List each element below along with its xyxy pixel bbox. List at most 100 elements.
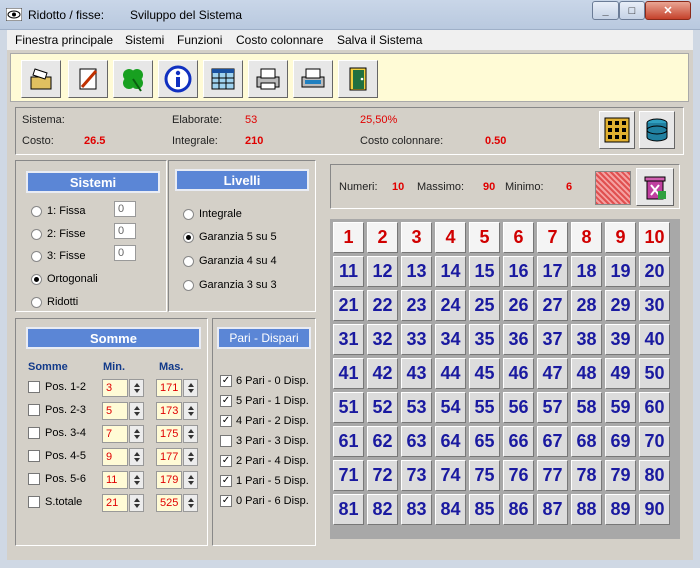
number-cell[interactable]: 7 <box>537 222 568 253</box>
somme-checkbox[interactable] <box>28 450 40 462</box>
radio-ortogonali[interactable] <box>31 274 42 285</box>
number-cell[interactable]: 45 <box>469 358 500 389</box>
menu-costo-colonnare[interactable]: Costo colonnare <box>236 33 323 47</box>
radio-garanzia-4[interactable] <box>183 256 194 267</box>
number-cell[interactable]: 18 <box>571 256 602 287</box>
number-cell[interactable]: 68 <box>571 426 602 457</box>
number-cell[interactable]: 41 <box>333 358 364 389</box>
number-cell[interactable]: 62 <box>367 426 398 457</box>
number-cell[interactable]: 6 <box>503 222 534 253</box>
somme-max-spinner[interactable] <box>183 402 198 420</box>
radio-integrale[interactable] <box>183 209 194 220</box>
somme-min-input[interactable]: 7 <box>102 425 128 443</box>
pari-dispari-checkbox[interactable]: ✓ <box>220 395 232 407</box>
number-cell[interactable]: 67 <box>537 426 568 457</box>
somme-max-input[interactable]: 525 <box>156 494 182 512</box>
number-cell[interactable]: 90 <box>639 494 670 525</box>
somme-max-spinner[interactable] <box>183 471 198 489</box>
number-cell[interactable]: 19 <box>605 256 636 287</box>
pari-dispari-checkbox[interactable]: ✓ <box>220 475 232 487</box>
number-cell[interactable]: 12 <box>367 256 398 287</box>
number-cell[interactable]: 10 <box>639 222 670 253</box>
number-cell[interactable]: 48 <box>571 358 602 389</box>
radio-garanzia-5[interactable] <box>183 232 194 243</box>
number-cell[interactable]: 78 <box>571 460 602 491</box>
pari-dispari-checkbox[interactable]: ✓ <box>220 495 232 507</box>
recycle-bin-button[interactable] <box>636 168 674 206</box>
number-cell[interactable]: 34 <box>435 324 466 355</box>
number-cell[interactable]: 40 <box>639 324 670 355</box>
number-cell[interactable]: 23 <box>401 290 432 321</box>
number-cell[interactable]: 64 <box>435 426 466 457</box>
number-cell[interactable]: 66 <box>503 426 534 457</box>
edit-button[interactable] <box>68 60 108 98</box>
number-cell[interactable]: 37 <box>537 324 568 355</box>
somme-max-input[interactable]: 177 <box>156 448 182 466</box>
number-cell[interactable]: 51 <box>333 392 364 423</box>
number-cell[interactable]: 8 <box>571 222 602 253</box>
radio-2-fisse[interactable] <box>31 229 42 240</box>
number-cell[interactable]: 76 <box>503 460 534 491</box>
number-cell[interactable]: 74 <box>435 460 466 491</box>
number-cell[interactable]: 22 <box>367 290 398 321</box>
number-cell[interactable]: 72 <box>367 460 398 491</box>
radio-3-fisse[interactable] <box>31 251 42 262</box>
somme-max-spinner[interactable] <box>183 448 198 466</box>
exit-button[interactable] <box>338 60 378 98</box>
number-cell[interactable]: 84 <box>435 494 466 525</box>
number-cell[interactable]: 54 <box>435 392 466 423</box>
number-cell[interactable]: 36 <box>503 324 534 355</box>
print-button[interactable] <box>248 60 288 98</box>
number-cell[interactable]: 85 <box>469 494 500 525</box>
number-cell[interactable]: 65 <box>469 426 500 457</box>
somme-checkbox[interactable] <box>28 427 40 439</box>
table-button[interactable] <box>203 60 243 98</box>
number-cell[interactable]: 38 <box>571 324 602 355</box>
menu-funzioni[interactable]: Funzioni <box>177 33 222 47</box>
number-cell[interactable]: 30 <box>639 290 670 321</box>
number-cell[interactable]: 4 <box>435 222 466 253</box>
number-cell[interactable]: 14 <box>435 256 466 287</box>
number-cell[interactable]: 32 <box>367 324 398 355</box>
number-cell[interactable]: 52 <box>367 392 398 423</box>
number-cell[interactable]: 75 <box>469 460 500 491</box>
somme-min-spinner[interactable] <box>129 494 144 512</box>
number-cell[interactable]: 21 <box>333 290 364 321</box>
number-cell[interactable]: 69 <box>605 426 636 457</box>
number-cell[interactable]: 24 <box>435 290 466 321</box>
radio-ridotti[interactable] <box>31 297 42 308</box>
number-cell[interactable]: 70 <box>639 426 670 457</box>
somme-max-input[interactable]: 171 <box>156 379 182 397</box>
number-cell[interactable]: 59 <box>605 392 636 423</box>
number-cell[interactable]: 9 <box>605 222 636 253</box>
number-cell[interactable]: 13 <box>401 256 432 287</box>
somme-min-input[interactable]: 9 <box>102 448 128 466</box>
fisse-2-input[interactable]: 0 <box>114 223 136 239</box>
minimize-button[interactable]: _ <box>592 1 619 20</box>
number-cell[interactable]: 2 <box>367 222 398 253</box>
radio-garanzia-3[interactable] <box>183 280 194 291</box>
number-cell[interactable]: 46 <box>503 358 534 389</box>
number-cell[interactable]: 39 <box>605 324 636 355</box>
info-button[interactable] <box>158 60 198 98</box>
fissa-1-input[interactable]: 0 <box>114 201 136 217</box>
number-cell[interactable]: 58 <box>571 392 602 423</box>
somme-max-spinner[interactable] <box>183 425 198 443</box>
open-folder-button[interactable] <box>21 60 61 98</box>
number-cell[interactable]: 81 <box>333 494 364 525</box>
somme-checkbox[interactable] <box>28 496 40 508</box>
number-cell[interactable]: 86 <box>503 494 534 525</box>
somme-checkbox[interactable] <box>28 381 40 393</box>
somme-max-spinner[interactable] <box>183 494 198 512</box>
number-cell[interactable]: 82 <box>367 494 398 525</box>
number-cell[interactable]: 44 <box>435 358 466 389</box>
number-cell[interactable]: 55 <box>469 392 500 423</box>
number-cell[interactable]: 33 <box>401 324 432 355</box>
number-cell[interactable]: 80 <box>639 460 670 491</box>
number-cell[interactable]: 60 <box>639 392 670 423</box>
number-cell[interactable]: 20 <box>639 256 670 287</box>
somme-min-spinner[interactable] <box>129 448 144 466</box>
number-cell[interactable]: 29 <box>605 290 636 321</box>
number-cell[interactable]: 35 <box>469 324 500 355</box>
number-cell[interactable]: 71 <box>333 460 364 491</box>
